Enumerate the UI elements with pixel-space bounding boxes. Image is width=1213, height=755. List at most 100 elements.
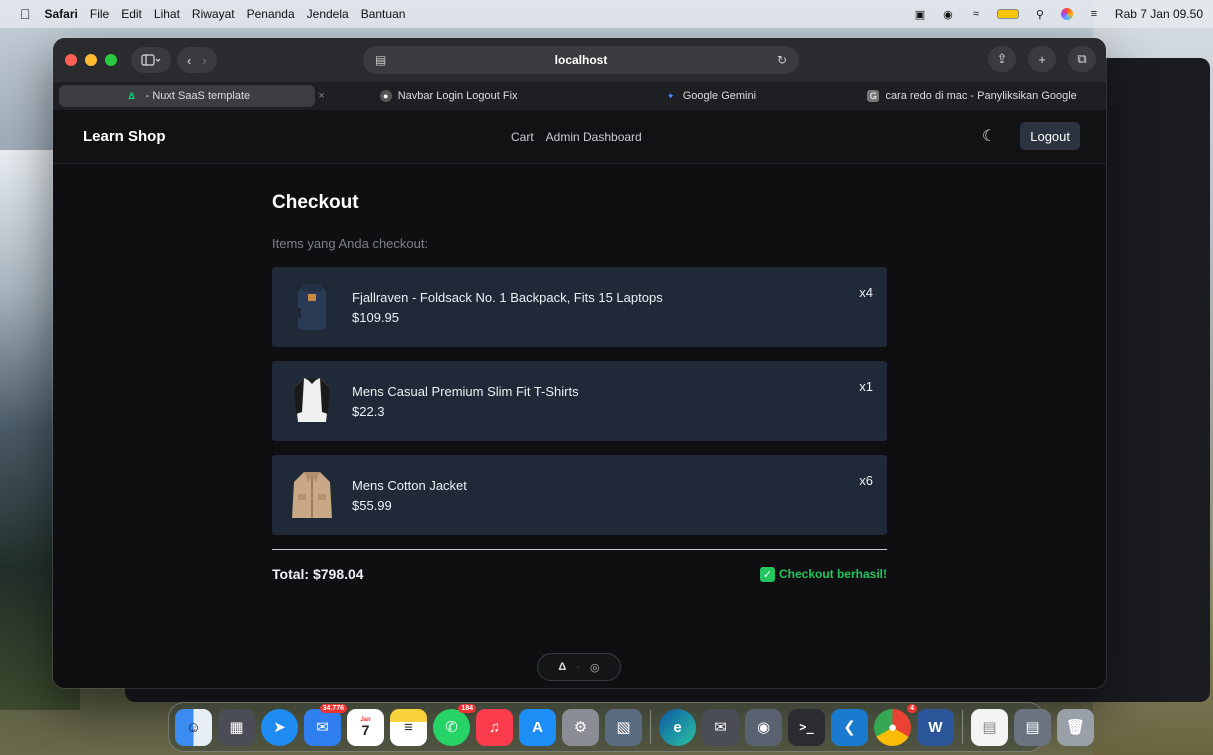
- clock[interactable]: Rab 7 Jan 09.50: [1115, 7, 1203, 21]
- app-store-icon[interactable]: A: [519, 708, 556, 746]
- terminal-icon[interactable]: >_: [788, 708, 825, 746]
- safari-icon[interactable]: ➤: [261, 708, 298, 746]
- dock: ☺ ▦ ➤ ✉ 34.776 Jan 7 ≡ ✆ 184 ♫ A ⚙ ▧ e ✉ ◉…: [168, 702, 1094, 752]
- total-amount: Total: $798.04: [272, 566, 364, 582]
- messages-icon[interactable]: ✉: [702, 708, 739, 746]
- mail-icon[interactable]: ✉ 34.776: [304, 703, 347, 746]
- checkout-summary: Total: $798.04 ✓ Checkout berhasil!: [272, 566, 887, 582]
- back-icon[interactable]: ‹: [187, 53, 191, 68]
- page-title: Checkout: [272, 192, 359, 213]
- tab-google-search[interactable]: G cara redo di mac - Panyliksikan Google: [844, 85, 1100, 107]
- logout-button[interactable]: Logout: [1020, 122, 1080, 150]
- whatsapp-icon[interactable]: ✆ 184: [433, 703, 476, 746]
- apple-icon[interactable]: : [20, 6, 31, 22]
- item-price: $22.3: [352, 404, 385, 419]
- item-name: Mens Cotton Jacket: [352, 478, 467, 493]
- battery-icon[interactable]: [996, 9, 1019, 19]
- nuxt-icon: Δ: [128, 91, 135, 101]
- calendar-day: 7: [361, 722, 370, 738]
- dock-separator: [962, 710, 963, 744]
- item-price: $55.99: [352, 498, 392, 513]
- dictation-icon[interactable]: ◉: [745, 708, 782, 746]
- document-icon[interactable]: ▤: [971, 708, 1008, 746]
- control-center-icon[interactable]: ≡: [1087, 8, 1101, 20]
- word-icon[interactable]: W: [917, 708, 954, 746]
- tab-title: cara redo di mac - Panyliksikan Google: [885, 90, 1077, 102]
- checkout-section: Checkout Items yang Anda checkout: Fjall…: [272, 192, 887, 582]
- google-icon: G: [867, 90, 880, 102]
- notes-icon[interactable]: ≡: [390, 708, 427, 746]
- sidebar-toggle-button[interactable]: [131, 47, 171, 73]
- search-icon[interactable]: ⚲: [1033, 8, 1047, 21]
- forward-icon[interactable]: ›: [202, 53, 206, 68]
- siri-icon[interactable]: [1060, 8, 1073, 20]
- menu-bar:  Safari File Edit Lihat Riwayat Penanda…: [0, 0, 1213, 28]
- reload-icon[interactable]: ↻: [777, 53, 787, 67]
- tab-title: - Nuxt SaaS template: [145, 90, 251, 102]
- close-window-button[interactable]: [65, 54, 77, 66]
- wifi-icon[interactable]: ≈: [969, 8, 983, 20]
- menu-window[interactable]: Jendela: [307, 7, 349, 21]
- safari-window: ‹ › ▤ localhost ↻ ⇪ + ⧉ Δ - Nuxt SaaS te…: [53, 38, 1106, 688]
- item-quantity: x6: [859, 473, 873, 488]
- tshirt-image: [286, 373, 338, 429]
- menu-help[interactable]: Bantuan: [361, 7, 406, 21]
- nuxt-icon[interactable]: Δ: [558, 661, 566, 673]
- success-text: Checkout berhasil!: [778, 567, 887, 581]
- vscode-icon[interactable]: ❮: [831, 708, 868, 746]
- calendar-icon[interactable]: Jan 7: [347, 708, 384, 746]
- tab-title: Google Gemini: [682, 90, 757, 102]
- back-forward-buttons[interactable]: ‹ ›: [177, 47, 217, 73]
- nav-link-cart[interactable]: Cart: [511, 130, 534, 144]
- edge-icon[interactable]: e: [659, 708, 696, 746]
- system-settings-icon[interactable]: ⚙: [562, 708, 599, 746]
- tab-nuxt-saas[interactable]: Δ - Nuxt SaaS template ×: [59, 85, 325, 107]
- menu-safari[interactable]: Safari: [45, 7, 78, 21]
- address-text[interactable]: localhost: [555, 53, 608, 67]
- site-navbar: Learn Shop Cart Admin Dashboard ☾ Logout: [53, 110, 1106, 164]
- display-icon[interactable]: ▣: [913, 8, 927, 21]
- mail-badge: 34.776: [319, 703, 347, 713]
- item-price: $109.95: [352, 310, 399, 325]
- checkout-item: Mens Cotton Jacket $55.99 x6: [272, 455, 887, 535]
- tab-title: Navbar Login Logout Fix: [397, 90, 518, 102]
- menu-edit[interactable]: Edit: [121, 7, 142, 21]
- tab-bar: Δ - Nuxt SaaS template × ● Navbar Login …: [53, 82, 1106, 110]
- web-page: Learn Shop Cart Admin Dashboard ☾ Logout…: [53, 110, 1106, 688]
- page-menu-icon[interactable]: ▤: [375, 53, 386, 67]
- item-name: Mens Casual Premium Slim Fit T-Shirts: [352, 384, 579, 399]
- launchpad-icon[interactable]: ▦: [218, 708, 255, 746]
- inspect-icon[interactable]: ◎: [590, 661, 600, 674]
- share-icon[interactable]: ⇪: [988, 46, 1016, 72]
- check-icon: ✓: [759, 566, 775, 582]
- tab-gemini[interactable]: ✦ Google Gemini: [583, 85, 839, 107]
- dark-mode-icon[interactable]: ☾: [982, 126, 996, 146]
- item-quantity: x1: [859, 379, 873, 394]
- trash-icon[interactable]: 🗑: [1057, 708, 1094, 746]
- brand-logo[interactable]: Learn Shop: [83, 128, 166, 145]
- sidebar-icon: [141, 54, 161, 66]
- menu-history[interactable]: Riwayat: [192, 7, 235, 21]
- menu-view[interactable]: Lihat: [154, 7, 180, 21]
- new-tab-icon[interactable]: +: [1028, 46, 1056, 72]
- menu-bookmarks[interactable]: Penanda: [247, 7, 295, 21]
- finder-icon[interactable]: ☺: [175, 708, 212, 746]
- chrome-icon[interactable]: ● 4: [874, 703, 917, 746]
- devtools-separator: ·: [576, 661, 580, 673]
- tab-navbar-fix[interactable]: ● Navbar Login Logout Fix: [321, 85, 577, 107]
- preview-icon[interactable]: ▧: [605, 708, 642, 746]
- play-icon[interactable]: ◉: [941, 8, 955, 21]
- minimize-window-button[interactable]: [85, 54, 97, 66]
- success-message: ✓ Checkout berhasil!: [759, 566, 887, 582]
- tab-overview-icon[interactable]: ⧉: [1068, 46, 1096, 72]
- downloads-icon[interactable]: ▤: [1014, 708, 1051, 746]
- nuxt-devtools-pill[interactable]: Δ · ◎: [537, 653, 621, 681]
- music-icon[interactable]: ♫: [476, 708, 513, 746]
- checkout-subtitle: Items yang Anda checkout:: [272, 236, 429, 251]
- address-bar[interactable]: ▤ localhost ↻: [363, 46, 799, 74]
- nav-link-admin-dashboard[interactable]: Admin Dashboard: [546, 130, 642, 144]
- menu-file[interactable]: File: [90, 7, 109, 21]
- browser-toolbar: ‹ › ▤ localhost ↻ ⇪ + ⧉: [53, 38, 1106, 82]
- item-quantity: x4: [859, 285, 873, 300]
- zoom-window-button[interactable]: [105, 54, 117, 66]
